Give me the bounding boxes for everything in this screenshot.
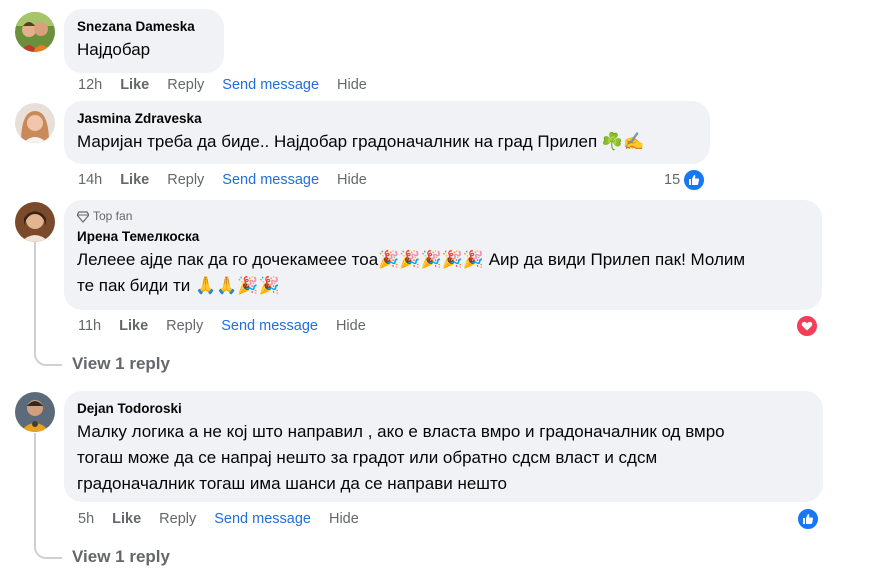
comment-text-line: те пак биди ти 🙏🙏🎉🎉 — [77, 276, 280, 295]
send-message-button[interactable]: Send message — [221, 318, 318, 334]
comment-time[interactable]: 12h — [78, 77, 102, 93]
comment-actions: 11h Like Reply Send message Hide — [78, 318, 384, 334]
view-replies-link[interactable]: View 1 reply — [72, 547, 170, 567]
like-icon — [682, 168, 707, 192]
comment-author[interactable]: Dejan Todoroski — [77, 400, 809, 417]
comment-actions: 5h Like Reply Send message Hide — [78, 511, 377, 527]
avatar[interactable] — [15, 202, 55, 242]
reply-thread-line — [34, 433, 62, 559]
like-button[interactable]: Like — [112, 511, 141, 527]
comment-text-line: Малку логика а не кој што направил , ако… — [77, 422, 725, 441]
like-button[interactable]: Like — [120, 77, 149, 93]
comment-time[interactable]: 11h — [78, 318, 101, 334]
avatar[interactable] — [15, 103, 55, 143]
comment-actions: 14h Like Reply Send message Hide — [78, 172, 385, 188]
comment-bubble: Top fan Ирена Темелкоска Лелеее ајде пак… — [64, 200, 822, 310]
reactions-summary[interactable] — [796, 507, 820, 531]
reaction-count: 15 — [664, 172, 681, 188]
top-fan-badge: Top fan — [77, 209, 808, 224]
comment-text-line: тогаш може да се напрај нешто за градот … — [77, 448, 658, 467]
comment-actions: 12h Like Reply Send message Hide — [78, 77, 385, 93]
hide-button[interactable]: Hide — [329, 511, 359, 527]
reply-button[interactable]: Reply — [167, 77, 204, 93]
comment-time[interactable]: 5h — [78, 511, 94, 527]
comment-bubble: Snezana Dameska Најдобар — [64, 9, 224, 73]
reply-button[interactable]: Reply — [166, 318, 203, 334]
hide-button[interactable]: Hide — [337, 77, 367, 93]
comment-bubble: Jasmina Zdraveska Маријан треба да биде.… — [64, 101, 710, 164]
avatar[interactable] — [15, 392, 55, 432]
comment-author[interactable]: Ирена Темелкоска — [77, 228, 808, 245]
reply-button[interactable]: Reply — [167, 172, 204, 188]
like-button[interactable]: Like — [120, 172, 149, 188]
comment-time[interactable]: 14h — [78, 172, 102, 188]
like-icon — [796, 507, 820, 531]
comment-text: Најдобар — [77, 40, 151, 59]
comment-author[interactable]: Snezana Dameska — [77, 18, 210, 35]
reply-thread-line — [34, 242, 62, 366]
reply-button[interactable]: Reply — [159, 511, 196, 527]
avatar[interactable] — [15, 12, 55, 52]
view-replies-link[interactable]: View 1 reply — [72, 354, 170, 374]
hide-button[interactable]: Hide — [336, 318, 366, 334]
reactions-summary[interactable] — [795, 314, 819, 338]
comment-text-line: градоначалник тогаш има шанси да се напр… — [77, 474, 507, 493]
reactions-summary[interactable]: 15 — [664, 168, 707, 192]
like-button[interactable]: Like — [119, 318, 148, 334]
badge-label: Top fan — [93, 209, 133, 223]
diamond-icon — [77, 210, 89, 223]
send-message-button[interactable]: Send message — [222, 77, 319, 93]
send-message-button[interactable]: Send message — [222, 172, 319, 188]
comment-text: Маријан треба да биде.. Најдобар градона… — [77, 132, 645, 151]
comment-author[interactable]: Jasmina Zdraveska — [77, 110, 696, 127]
comment-text-line: Лелеее ајде пак да го дочекамеее тоа🎉🎉🎉🎉… — [77, 250, 746, 269]
comment-bubble: Dejan Todoroski Малку логика а не кој шт… — [64, 391, 823, 502]
love-icon — [795, 314, 819, 338]
hide-button[interactable]: Hide — [337, 172, 367, 188]
send-message-button[interactable]: Send message — [214, 511, 311, 527]
